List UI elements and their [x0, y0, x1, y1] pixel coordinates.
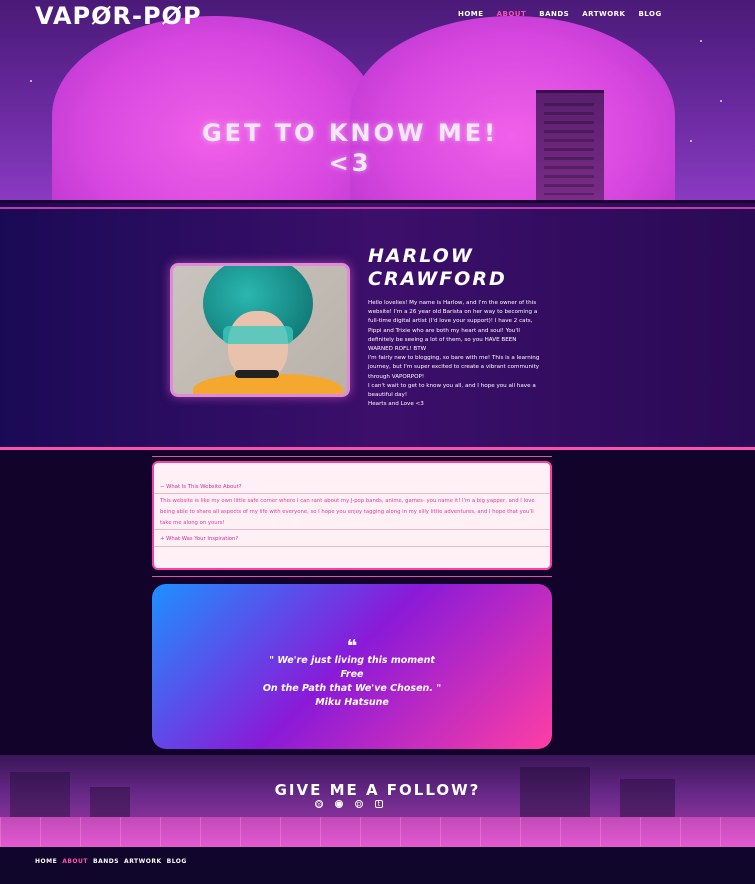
discord-icon[interactable]: ●: [335, 800, 343, 808]
author-last-name: CRAWFORD: [368, 268, 507, 290]
social-links: ◎ ● p t: [315, 800, 383, 808]
quote-line: On the Path that We've Chosen. ": [262, 683, 442, 694]
quote-line: Free: [340, 669, 364, 680]
tumblr-icon[interactable]: t: [375, 800, 383, 808]
about-section: HARLOW CRAWFORD Hello lovelies! My name …: [0, 200, 755, 450]
pinterest-icon[interactable]: p: [355, 800, 363, 808]
main-nav: HOME ABOUT BANDS ARTWORK BLOG: [458, 10, 662, 18]
expand-icon: +: [160, 536, 165, 542]
faq-question-2[interactable]: + What Was Your Inspiration?: [160, 536, 238, 542]
footer-nav-about[interactable]: ABOUT: [62, 858, 88, 865]
hero-title: GET TO KNOW ME! <3: [150, 118, 550, 178]
divider: [154, 529, 550, 530]
instagram-icon[interactable]: ◎: [315, 800, 323, 808]
follow-title: GIVE ME A FOLLOW?: [274, 781, 481, 799]
bio-paragraph: Hello lovelies! My name is Harlow, and I…: [368, 300, 538, 353]
quote-text: " We're just living this moment Free On …: [152, 654, 552, 710]
quote-card: ❝ " We're just living this moment Free O…: [152, 584, 552, 749]
profile-photo: [170, 263, 350, 397]
collapse-icon: −: [160, 484, 165, 490]
quote-line: " We're just living this moment: [269, 655, 435, 666]
footer-nav-bands[interactable]: BANDS: [93, 858, 119, 865]
retro-grid-floor: [0, 817, 755, 847]
footer-nav-home[interactable]: HOME: [35, 858, 57, 865]
bio-paragraph: I can't wait to get to know you all, and…: [368, 382, 536, 399]
author-first-name: HARLOW: [368, 245, 474, 267]
divider: [154, 493, 550, 494]
photo-glasses: [223, 326, 293, 344]
nav-home[interactable]: HOME: [458, 10, 484, 18]
footer-nav: HOME ABOUT BANDS ARTWORK BLOG: [35, 858, 187, 865]
bio-paragraph: I'm fairly new to blogging, so bare with…: [368, 355, 540, 380]
divider: [152, 456, 552, 457]
star: [690, 140, 692, 142]
footer-nav-blog[interactable]: BLOG: [167, 858, 187, 865]
hero-banner: VAPØR-PØP HOME ABOUT BANDS ARTWORK BLOG …: [0, 0, 755, 200]
nav-blog[interactable]: BLOG: [638, 10, 661, 18]
star: [700, 40, 702, 42]
faq-question-1[interactable]: − What Is This Website About?: [160, 484, 242, 490]
hero-title-line1: GET TO KNOW ME!: [201, 119, 499, 147]
nav-about[interactable]: ABOUT: [497, 10, 527, 18]
faq-answer-1: This website is like my own little safe …: [160, 498, 535, 526]
nav-artwork[interactable]: ARTWORK: [582, 10, 625, 18]
divider: [154, 546, 550, 547]
footer: HOME ABOUT BANDS ARTWORK BLOG: [0, 847, 755, 884]
author-name: HARLOW CRAWFORD: [368, 245, 568, 291]
star: [720, 100, 722, 102]
author-bio: Hello lovelies! My name is Harlow, and I…: [368, 299, 543, 409]
faq-question-2-label: What Was Your Inspiration?: [166, 536, 239, 542]
faq-question-1-label: What Is This Website About?: [166, 484, 242, 490]
divider: [152, 576, 552, 577]
site-logo[interactable]: VAPØR-PØP: [35, 2, 202, 30]
star: [30, 80, 32, 82]
follow-section: GIVE ME A FOLLOW? ◎ ● p t: [0, 755, 755, 847]
faq-accordion: − What Is This Website About? This websi…: [152, 461, 552, 570]
photo-choker: [235, 370, 279, 378]
bio-paragraph: Hearts and Love <3: [368, 401, 424, 408]
quote-author: Miku Hatsune: [315, 697, 389, 708]
hero-title-line2: <3: [328, 149, 372, 177]
footer-nav-artwork[interactable]: ARTWORK: [124, 858, 162, 865]
nav-bands[interactable]: BANDS: [539, 10, 569, 18]
